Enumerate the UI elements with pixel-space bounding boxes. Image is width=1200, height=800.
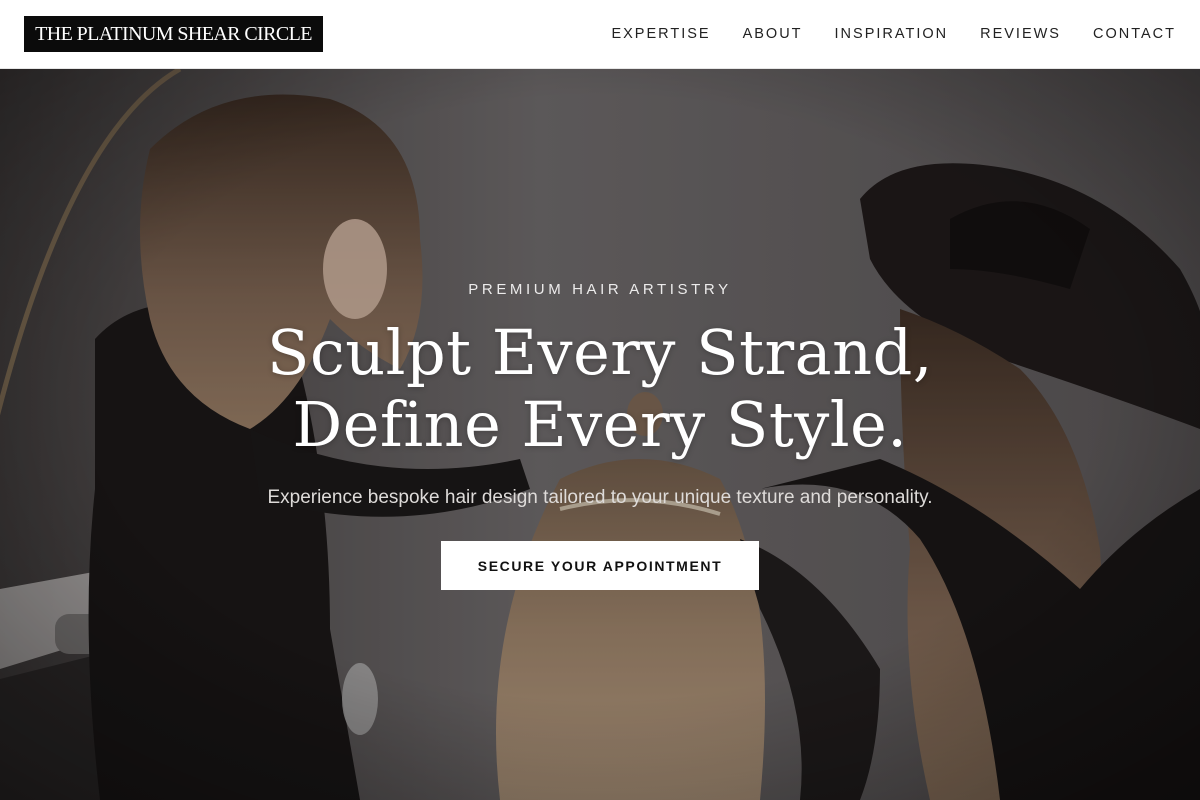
hero-eyebrow: PREMIUM HAIR ARTISTRY xyxy=(468,281,732,298)
hero-subtext: Experience bespoke hair design tailored … xyxy=(267,487,933,508)
main-nav: EXPERTISE ABOUT INSPIRATION REVIEWS CONT… xyxy=(611,0,1176,68)
hero-content: PREMIUM HAIR ARTISTRY Sculpt Every Stran… xyxy=(0,69,1200,800)
nav-link-expertise[interactable]: EXPERTISE xyxy=(611,26,710,42)
hero-headline-line-1: Sculpt Every Strand, xyxy=(267,316,933,389)
hero-headline-line-2: Define Every Style. xyxy=(292,388,908,461)
nav-link-reviews[interactable]: REVIEWS xyxy=(980,26,1061,42)
site-logo[interactable]: THE PLATINUM SHEAR CIRCLE xyxy=(24,16,323,52)
nav-link-inspiration[interactable]: INSPIRATION xyxy=(835,26,949,42)
nav-link-contact[interactable]: CONTACT xyxy=(1093,26,1176,42)
hero-section: PREMIUM HAIR ARTISTRY Sculpt Every Stran… xyxy=(0,69,1200,800)
nav-link-about[interactable]: ABOUT xyxy=(743,26,803,42)
site-header: THE PLATINUM SHEAR CIRCLE EXPERTISE ABOU… xyxy=(0,0,1200,69)
hero-headline: Sculpt Every Strand, Define Every Style. xyxy=(0,317,1200,461)
secure-appointment-button[interactable]: SECURE YOUR APPOINTMENT xyxy=(441,541,759,590)
